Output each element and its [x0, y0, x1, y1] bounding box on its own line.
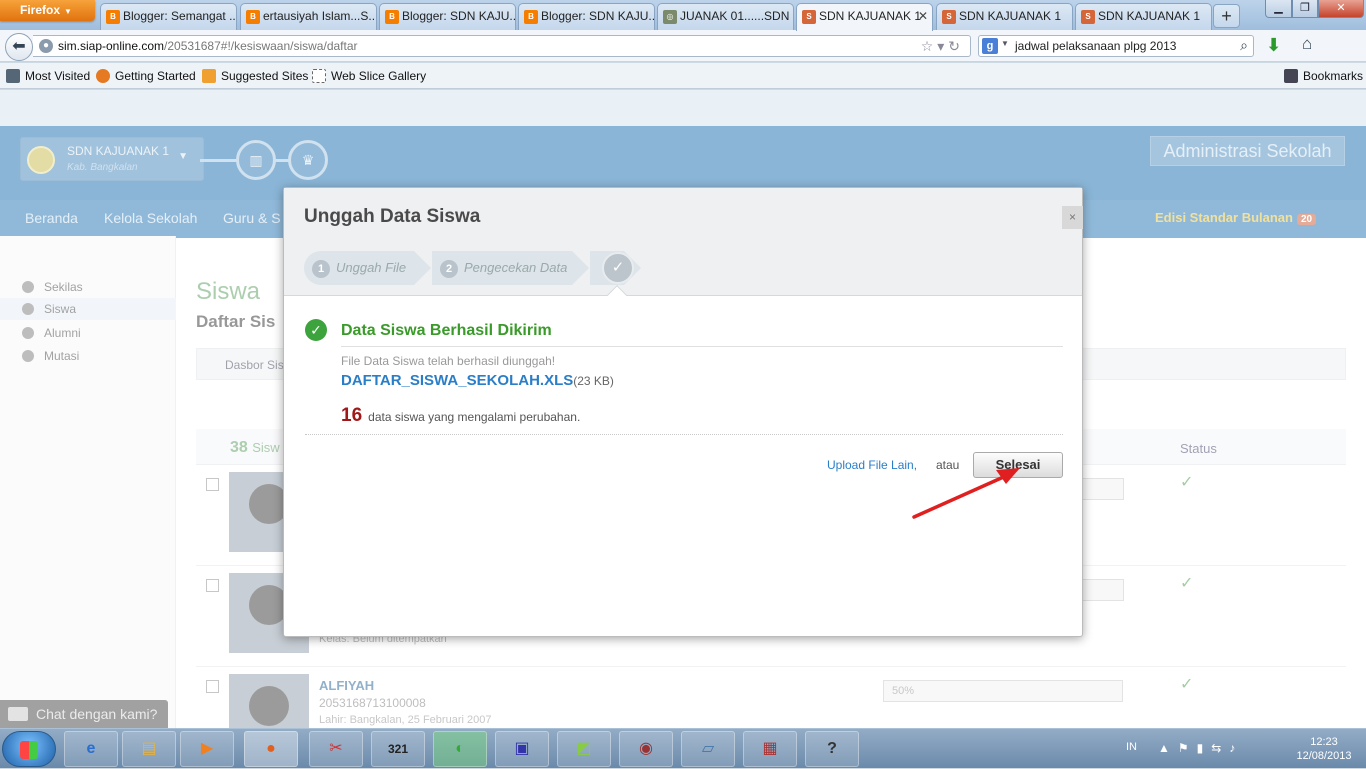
tab-label: ertausiyah Islam...S...	[263, 9, 377, 23]
calendar-app-icon[interactable]: 321	[371, 731, 425, 767]
wizard-step-1: 1 Unggah File	[304, 251, 431, 285]
tab-label: Blogger: SDN KAJU...	[402, 9, 516, 23]
download-manager-icon[interactable]: ◐	[433, 731, 487, 767]
media-player-icon[interactable]: ▶	[180, 731, 234, 767]
tab-favicon-icon: ◎	[663, 10, 677, 24]
snipping-tool-icon[interactable]: ✂	[309, 731, 363, 767]
browser-tab[interactable]: B Blogger: SDN KAJU...	[518, 3, 655, 30]
bookmarks-menu[interactable]: Bookmarks	[1284, 69, 1363, 83]
photo-app-icon[interactable]: ◉	[619, 731, 673, 767]
tab-label: Blogger: Semangat ...	[123, 9, 237, 23]
maximize-button[interactable]: ❐	[1292, 0, 1318, 18]
system-tray: IN ▲⚑▮⇆♪ 12:23 12/08/2013	[1120, 729, 1366, 769]
done-button[interactable]: Selesai	[973, 452, 1063, 478]
success-title: Data Siswa Berhasil Dikirim	[341, 322, 552, 339]
tab-label: SDN KAJUANAK 1	[819, 9, 922, 23]
help-icon[interactable]: ?	[805, 731, 859, 767]
upload-description: File Data Siswa telah berhasil diunggah!	[341, 354, 556, 368]
changed-summary: 16 data siswa yang mengalami perubahan.	[341, 405, 581, 426]
divider	[305, 434, 1063, 435]
browser-tab[interactable]: B Blogger: Semangat ...	[100, 3, 237, 30]
bookmark-getting-started[interactable]: Getting Started	[96, 69, 196, 83]
url-text: sim.siap-online.com/20531687#!/kesiswaan…	[58, 39, 358, 53]
windows-logo-icon	[20, 741, 38, 759]
wizard-step-2: 2 Pengecekan Data	[432, 251, 589, 285]
tab-label: SDN KAJUANAK 1	[959, 9, 1062, 23]
bookmark-star-icon[interactable]: ☆▾↻	[921, 38, 964, 55]
close-dialog-button[interactable]: ×	[1062, 206, 1083, 229]
tab-favicon-icon: B	[106, 10, 120, 24]
tab-favicon-icon: S	[1081, 10, 1095, 24]
dialog-title: Unggah Data Siswa	[304, 206, 481, 227]
download-icon[interactable]: ⬇	[1266, 35, 1281, 56]
search-bar[interactable]: g ▼ jadwal pelaksanaan plpg 2013 ⌕	[978, 35, 1254, 57]
clock[interactable]: 12:23 12/08/2013	[1295, 735, 1353, 763]
firefox-menu-button[interactable]: Firefox ▼	[0, 0, 95, 21]
bookmark-suggested-sites[interactable]: Suggested Sites	[202, 69, 308, 83]
start-button[interactable]	[2, 731, 56, 767]
browser-tab[interactable]: S SDN KAJUANAK 1	[1075, 3, 1212, 30]
tab-favicon-icon: B	[246, 10, 260, 24]
close-tab-icon[interactable]: ✕	[918, 4, 928, 29]
tab-favicon-icon: B	[385, 10, 399, 24]
browser-tab[interactable]: ◎ JUANAK 01......SDN ...	[657, 3, 794, 30]
navigation-toolbar: ⬅ ● sim.siap-online.com/20531687#!/kesis…	[0, 30, 1366, 62]
windows-taskbar: e ▤ ▶ ● ✂ 321 ◐ ▣ ◩ ◉ ▱ ▦ ? IN ▲⚑▮⇆♪ 12:…	[0, 728, 1366, 768]
monitor-icon[interactable]: ▣	[495, 731, 549, 767]
winrar-icon[interactable]: ▦	[743, 731, 797, 767]
search-input[interactable]: jadwal pelaksanaan plpg 2013	[1015, 39, 1176, 53]
bookmark-web-slice-gallery[interactable]: Web Slice Gallery	[312, 69, 426, 83]
minimize-button[interactable]: ▁	[1265, 0, 1292, 18]
back-button[interactable]: ⬅	[5, 33, 33, 61]
browser-tab[interactable]: S SDN KAJUANAK 1	[936, 3, 1073, 30]
upload-dialog: Unggah Data Siswa 1 Unggah File 2 Pengecek…	[283, 187, 1083, 637]
tab-label: SDN KAJUANAK 1	[1098, 9, 1201, 23]
window-controls: ▁ ❐ ✕	[1265, 0, 1364, 20]
browser-tab[interactable]: B Blogger: SDN KAJU...	[379, 3, 516, 30]
file-size: (23 KB)	[573, 374, 614, 388]
new-tab-button[interactable]: +	[1213, 4, 1240, 28]
bookmark-most-visited[interactable]: Most Visited	[6, 69, 90, 83]
tab-strip: Firefox ▼ B Blogger: Semangat ... Bertausiy…	[0, 0, 1366, 31]
tab-label: Blogger: SDN KAJU...	[541, 9, 655, 23]
upload-other-file-link[interactable]: Upload File Lain,	[827, 458, 917, 472]
home-icon[interactable]: ⌂	[1302, 34, 1312, 54]
browser-tab[interactable]: Bertausiyah Islam...S...	[240, 3, 377, 30]
web-page: SDN KAJUANAK 1 Kab. Bangkalan ▼ ▥ ♛ Admi…	[0, 90, 1366, 728]
chevron-down-icon[interactable]: ▼	[1001, 39, 1009, 48]
changed-count: 16	[341, 405, 363, 426]
tab-favicon-icon: B	[524, 10, 538, 24]
success-icon: ✓	[305, 319, 327, 341]
firefox-icon[interactable]: ●	[244, 731, 298, 767]
notepad-icon[interactable]: ▱	[681, 731, 735, 767]
search-icon[interactable]: ⌕	[1240, 37, 1248, 54]
google-icon[interactable]: g	[982, 38, 998, 54]
tab-label: JUANAK 01......SDN ...	[680, 9, 794, 23]
browser-tab[interactable]: S SDN KAJUANAK 1 ✕	[796, 3, 933, 31]
check-icon: ✓	[602, 252, 634, 284]
dialog-header: Unggah Data Siswa 1 Unggah File 2 Pengecek…	[284, 188, 1082, 296]
close-window-button[interactable]: ✕	[1318, 0, 1364, 18]
file-explorer-icon[interactable]: ▤	[122, 731, 176, 767]
language-indicator[interactable]: IN	[1126, 741, 1137, 753]
sticky-notes-icon[interactable]: ◩	[557, 731, 611, 767]
bookmarks-toolbar: Most Visited Getting Started Suggested S…	[0, 63, 1366, 89]
tab-favicon-icon: S	[802, 10, 816, 24]
file-name: DAFTAR_SISWA_SEKOLAH.XLS(23 KB)	[341, 372, 614, 389]
or-text: atau	[936, 458, 960, 472]
tab-favicon-icon: S	[942, 10, 956, 24]
tray-icons[interactable]: ▲⚑▮⇆♪	[1158, 741, 1243, 755]
url-bar[interactable]: ● sim.siap-online.com/20531687#!/kesiswa…	[33, 35, 971, 57]
internet-explorer-icon[interactable]: e	[64, 731, 118, 767]
divider	[341, 346, 1063, 347]
globe-icon: ●	[39, 39, 53, 53]
